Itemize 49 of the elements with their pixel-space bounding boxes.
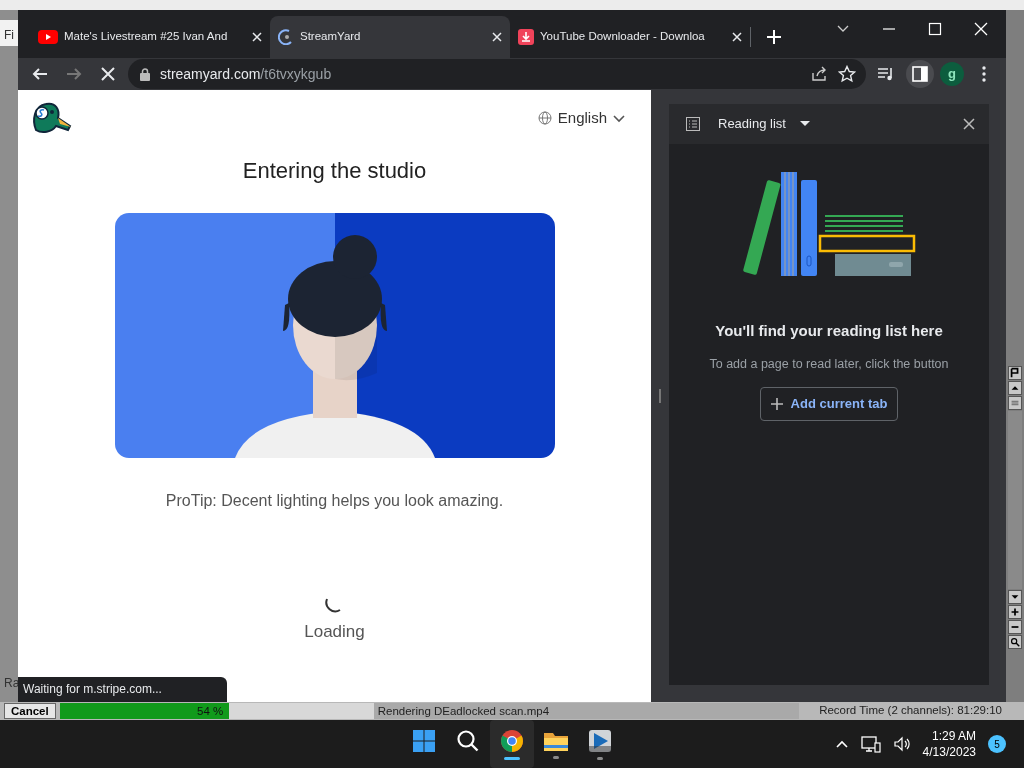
- render-status: Rendering DEadlocked scan.mp4: [377, 705, 550, 717]
- taskbar-button[interactable]: [490, 720, 534, 768]
- video-icon: [38, 30, 58, 44]
- browser-tab[interactable]: YouTube Downloader - Downloa: [510, 16, 750, 58]
- empty-description: To add a page to read later, click the button: [709, 355, 949, 373]
- flag-icon[interactable]: [1009, 366, 1021, 380]
- browser-tab[interactable]: Mate's Livestream #25 Ivan And: [30, 16, 270, 58]
- notification-badge[interactable]: 5: [988, 735, 1006, 753]
- plus-icon: [770, 398, 783, 410]
- language-selector[interactable]: English: [537, 106, 625, 130]
- side-panel-icon[interactable]: [911, 65, 929, 83]
- media-player-icon[interactable]: [588, 728, 612, 753]
- empty-title: You'll find your reading list here: [715, 321, 943, 341]
- loading-text: Loading: [304, 621, 365, 643]
- swirl-icon: [278, 29, 294, 45]
- new-tab-icon[interactable]: [767, 30, 781, 44]
- volume-icon[interactable]: [892, 736, 911, 752]
- clock[interactable]: 1:29 AM 4/13/2023: [922, 728, 976, 760]
- record-time: Record Time (2 channels): 81:29:10: [819, 704, 1002, 717]
- media-icon[interactable]: [877, 65, 895, 83]
- cancel-button[interactable]: Cancel: [4, 703, 56, 719]
- status-bubble: Waiting for m.stripe.com...: [18, 677, 227, 702]
- browser-icon[interactable]: [500, 728, 524, 753]
- search-icon[interactable]: [456, 728, 480, 753]
- magnifier-icon[interactable]: [1009, 635, 1021, 649]
- windows-logo-icon[interactable]: [412, 728, 436, 753]
- tip-text: ProTip: Decent lighting helps you look amazing.: [165, 491, 504, 511]
- download-icon: [518, 29, 534, 45]
- duck-logo-icon[interactable]: [30, 100, 72, 136]
- stop-icon[interactable]: [99, 65, 117, 83]
- list-icon: [686, 117, 700, 131]
- progress-reading: 54 %: [197, 705, 224, 717]
- globe-icon: [537, 111, 552, 125]
- share-icon[interactable]: [810, 65, 828, 83]
- url-text: streamyard.com/t6tvxykgub: [160, 64, 332, 84]
- browser-tab[interactable]: StreamYard: [270, 16, 510, 58]
- add-current-tab-button[interactable]: Add current tab: [759, 387, 899, 421]
- lock-icon: [140, 67, 150, 81]
- close-icon[interactable]: [963, 118, 975, 130]
- maximize-icon[interactable]: [928, 22, 942, 36]
- page-heading: Entering the studio: [242, 157, 427, 185]
- label-text: Ra: [4, 676, 20, 690]
- profile-avatar[interactable]: g: [940, 62, 964, 86]
- caret-icon: [799, 121, 810, 127]
- address-bar[interactable]: streamyard.com/t6tvxykgub: [128, 59, 866, 89]
- network-icon[interactable]: [860, 735, 881, 753]
- star-icon[interactable]: [838, 65, 856, 83]
- chevron-down-icon: [613, 112, 625, 124]
- panel-selector[interactable]: Reading list: [718, 114, 810, 134]
